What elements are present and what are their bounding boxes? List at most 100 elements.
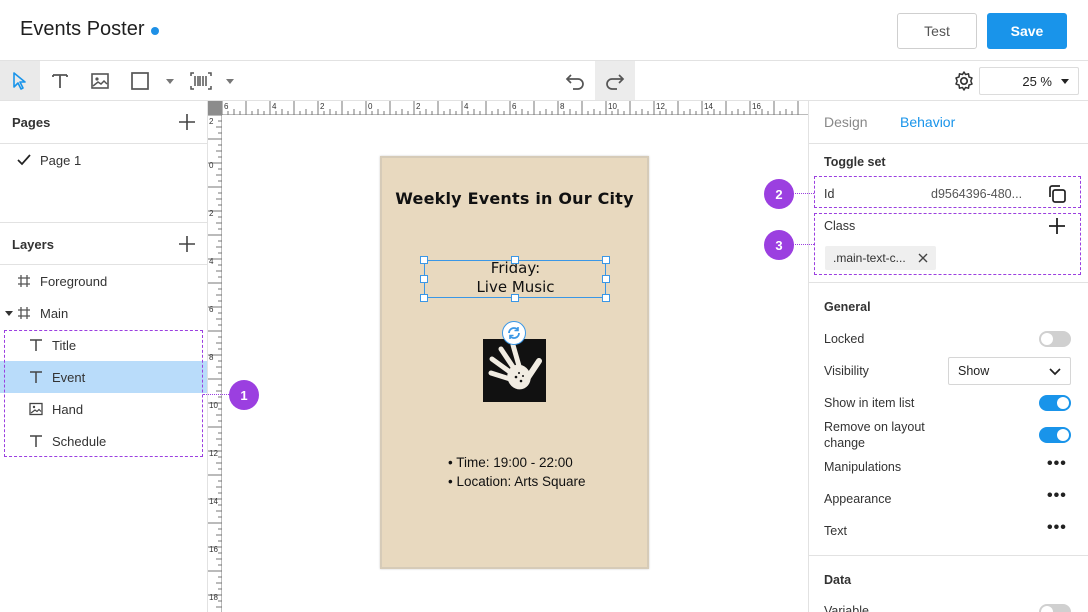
layers-title: Layers <box>12 237 54 252</box>
page-item[interactable]: Page 1 <box>0 144 207 176</box>
layer-label: Main <box>40 305 69 321</box>
tab-behavior[interactable]: Behavior <box>900 114 955 130</box>
ruler-label: 6 <box>224 102 229 111</box>
ruler-label: 4 <box>464 102 469 111</box>
barcode-icon <box>190 71 212 90</box>
zoom-select[interactable]: 25 % <box>979 67 1079 95</box>
caret-down-icon <box>1061 79 1069 84</box>
caret-down-icon[interactable] <box>5 309 13 317</box>
save-button[interactable]: Save <box>987 13 1067 49</box>
rotate-icon <box>508 327 520 339</box>
callout-box-1 <box>4 330 203 457</box>
layer-item-main[interactable]: Main <box>0 297 207 329</box>
toggle-knob <box>1057 397 1069 409</box>
callout-box-3 <box>814 213 1081 275</box>
callout-connector <box>203 394 229 395</box>
ruler-label: 2 <box>209 209 214 218</box>
document-title[interactable]: Events Poster <box>20 18 145 41</box>
callout-badge-2: 2 <box>764 179 794 209</box>
tab-design[interactable]: Design <box>824 114 868 130</box>
canvas[interactable]: 6 4 2 0 2 4 6 8 10 12 14 16 2 0 2 4 6 8 … <box>208 101 808 612</box>
poster-title[interactable]: Weekly Events in Our City <box>382 189 647 208</box>
ruler-ticks: 6 4 2 0 2 4 6 8 10 12 14 16 <box>221 101 799 115</box>
redo-button[interactable] <box>595 61 635 100</box>
test-button[interactable]: Test <box>897 13 977 49</box>
callout-box-2 <box>814 176 1081 208</box>
ruler-ticks: 2 0 2 4 6 8 10 12 14 16 18 <box>208 114 222 608</box>
layer-item-foreground[interactable]: Foreground <box>0 265 207 297</box>
appearance-more-icon[interactable]: ••• <box>1047 487 1067 505</box>
select-tool-button[interactable] <box>0 61 40 100</box>
text-tool-button[interactable] <box>40 61 80 100</box>
rectangle-icon <box>131 71 149 90</box>
barcode-tool-button[interactable] <box>182 61 220 100</box>
toggle-knob <box>1057 429 1069 441</box>
manipulations-more-icon[interactable]: ••• <box>1047 455 1067 473</box>
text-more-icon[interactable]: ••• <box>1047 519 1067 537</box>
ruler-label: 2 <box>320 102 325 111</box>
ruler-vertical: 2 0 2 4 6 8 10 12 14 16 18 <box>208 114 222 612</box>
ruler-label: 0 <box>368 102 373 111</box>
visibility-value: Show <box>958 364 990 378</box>
add-page-icon[interactable] <box>178 113 196 131</box>
resize-handle[interactable] <box>602 294 610 302</box>
layers-header: Layers <box>0 223 207 265</box>
barcode-dropdown[interactable] <box>220 61 240 100</box>
remove-on-layout-toggle[interactable] <box>1039 427 1071 443</box>
resize-handle[interactable] <box>420 294 428 302</box>
toggle-set-title: Toggle set <box>824 155 886 169</box>
manipulations-label: Manipulations <box>824 460 902 474</box>
ruler-label: 12 <box>209 449 218 458</box>
toolbar: 25 % <box>0 61 1088 101</box>
layer-label: Foreground <box>40 273 108 289</box>
visibility-select[interactable]: Show <box>948 357 1071 385</box>
frame-icon <box>16 273 32 289</box>
appearance-label: Appearance <box>824 492 892 506</box>
pages-header: Pages <box>0 101 207 143</box>
ruler-label: 2 <box>416 102 421 111</box>
ruler-corner <box>208 101 222 115</box>
hand-image[interactable] <box>483 339 546 402</box>
poster-schedule[interactable]: • Time: 19:00 - 22:00 • Location: Arts S… <box>448 453 586 491</box>
ruler-label: 12 <box>656 102 665 111</box>
pointer-icon <box>13 71 26 90</box>
shape-tool-button[interactable] <box>120 61 160 100</box>
ruler-label: 10 <box>209 401 218 410</box>
app-header: Events Poster Test Save <box>0 0 1088 61</box>
resize-handle[interactable] <box>420 256 428 264</box>
divider <box>809 143 1088 144</box>
undo-button[interactable] <box>555 61 595 100</box>
image-tool-button[interactable] <box>80 61 120 100</box>
resize-handle[interactable] <box>511 294 519 302</box>
redo-icon <box>606 73 625 90</box>
resize-handle[interactable] <box>602 256 610 264</box>
schedule-time: • Time: 19:00 - 22:00 <box>448 455 573 470</box>
schedule-location: • Location: Arts Square <box>448 474 586 489</box>
show-in-list-toggle[interactable] <box>1039 395 1071 411</box>
callout-badge-1: 1 <box>229 380 259 410</box>
resize-handle[interactable] <box>602 275 610 283</box>
frame-icon <box>16 305 32 321</box>
locked-toggle[interactable] <box>1039 331 1071 347</box>
variable-toggle[interactable] <box>1039 604 1071 612</box>
add-layer-icon[interactable] <box>178 235 196 253</box>
resize-handle[interactable] <box>511 256 519 264</box>
show-in-list-label: Show in item list <box>824 396 915 410</box>
data-title: Data <box>824 573 852 587</box>
toggle-knob <box>1041 333 1053 345</box>
ruler-horizontal: 6 4 2 0 2 4 6 8 10 12 14 16 <box>221 101 808 115</box>
selection-box[interactable] <box>424 260 606 298</box>
zoom-value: 25 % <box>1022 73 1052 89</box>
ruler-label: 10 <box>608 102 617 111</box>
ruler-label: 4 <box>209 257 214 266</box>
remove-on-layout-label-1: Remove on layout <box>824 420 925 434</box>
resize-handle[interactable] <box>420 275 428 283</box>
text-icon <box>52 73 68 88</box>
poster-page[interactable]: Weekly Events in Our City Friday: Live M… <box>380 156 649 569</box>
rotate-handle[interactable] <box>502 321 526 345</box>
ruler-label: 6 <box>209 305 214 314</box>
unsaved-indicator <box>151 27 159 35</box>
shape-dropdown[interactable] <box>160 61 180 100</box>
locked-label: Locked <box>824 332 865 346</box>
settings-button[interactable] <box>944 61 984 100</box>
